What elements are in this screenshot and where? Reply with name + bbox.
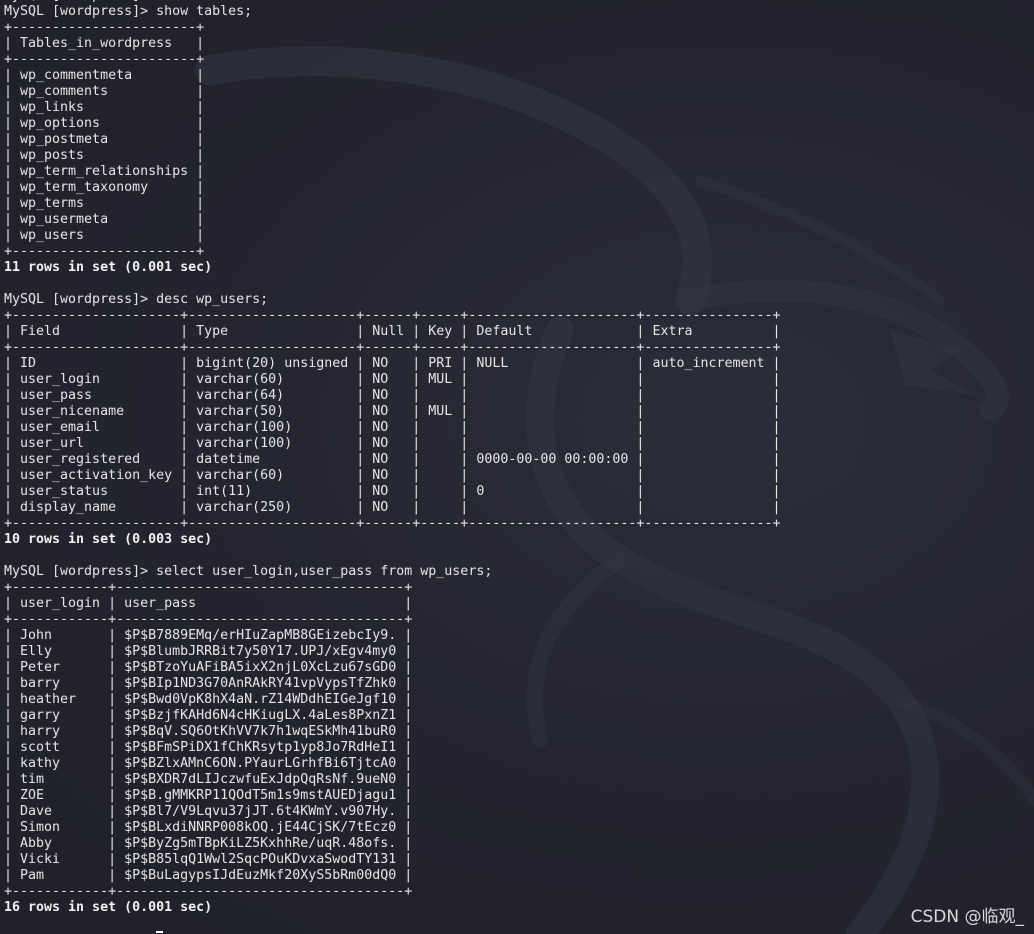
terminal-line: | user_login | user_pass |	[4, 596, 413, 611]
terminal-line: | Abby | $P$ByZg5mTBpKiLZ5KxhhRe/uqR.48o…	[4, 836, 413, 851]
terminal-line: | wp_commentmeta |	[4, 68, 205, 83]
terminal-line: | display_name | varchar(250) | NO | | |…	[4, 500, 781, 515]
terminal-line: | wp_usermeta |	[4, 212, 205, 227]
terminal-line: | Tables_in_wordpress |	[4, 36, 205, 51]
terminal-line: | user_email | varchar(100) | NO | | | |	[4, 420, 781, 435]
terminal-line: MySQL [wordpress]> show tables;	[4, 4, 253, 19]
terminal-line: +---------------------+-----------------…	[4, 308, 781, 323]
terminal-line: | Vicki | $P$B85lqQ1Wwl2SqcPOuKDvxaSwodT…	[4, 852, 413, 867]
terminal-line: | tim | $P$BXDR7dLIJczwfuExJdpQqRsNf.9ue…	[4, 772, 413, 787]
terminal-line: | wp_users |	[4, 228, 205, 243]
terminal-line: | user_activation_key | varchar(60) | NO…	[4, 468, 781, 483]
terminal-line: | wp_postmeta |	[4, 132, 205, 147]
terminal-line: +---------------------+-----------------…	[4, 340, 781, 355]
terminal-line: +-----------------------+	[4, 244, 205, 259]
terminal-line: | user_pass | varchar(64) | NO | | | |	[4, 388, 781, 403]
terminal-line: | Dave | $P$Bl7/V9Lqvu37jJT.6t4KWmY.v907…	[4, 804, 413, 819]
terminal-line: | wp_term_taxonomy |	[4, 180, 205, 195]
terminal-line: +------------+--------------------------…	[4, 884, 413, 899]
terminal-line: | barry | $P$BIp1ND3G70AnRAkRY41vpVypsTf…	[4, 676, 413, 691]
csdn-watermark: CSDN @临观_	[910, 907, 1024, 927]
terminal-line: | John | $P$B7889EMq/erHIuZapMB8GEizebcI…	[4, 628, 413, 643]
terminal-line: | harry | $P$BqV.SQ6OtKhVV7k7h1wqESkMh41…	[4, 724, 413, 739]
terminal-line: | Peter | $P$BTzoYuAFiBA5ixX2njL0XcLzu67…	[4, 660, 413, 675]
terminal-line: | wp_links |	[4, 100, 205, 115]
terminal-line: | user_login | varchar(60) | NO | MUL | …	[4, 372, 781, 387]
terminal-line: | user_registered | datetime | NO | | 00…	[4, 452, 781, 467]
terminal-line: MySQL [wordpress]> desc wp_users;	[4, 292, 269, 307]
result-summary-line: 16 rows in set (0.001 sec)	[4, 900, 213, 915]
terminal-line: +---------------------+-----------------…	[4, 516, 781, 531]
terminal-line: MySQL [wordpress]> select user_login,use…	[4, 564, 493, 579]
terminal-cursor	[156, 931, 163, 933]
result-summary-line: 10 rows in set (0.003 sec)	[4, 532, 213, 547]
terminal-line: +-----------------------+	[4, 20, 205, 35]
terminal-line: | Field | Type | Null | Key | Default | …	[4, 324, 781, 339]
terminal-line: | wp_terms |	[4, 196, 205, 211]
terminal-line: | wp_posts |	[4, 148, 205, 163]
terminal-line: +------------+--------------------------…	[4, 612, 413, 627]
terminal-line: | ID | bigint(20) unsigned | NO | PRI | …	[4, 356, 781, 371]
terminal-line: | scott | $P$BFmSPiDX1fChKRsytp1yp8Jo7Rd…	[4, 740, 413, 755]
result-summary-line: 11 rows in set (0.001 sec)	[4, 260, 213, 275]
terminal-line: | Simon | $P$BLxdiNNRP008kOQ.jE44CjSK/7t…	[4, 820, 413, 835]
terminal-line: +-----------------------+	[4, 52, 205, 67]
terminal-line: | heather | $P$Bwd0VpK8hX4aN.rZ14WDdhEIG…	[4, 692, 413, 707]
terminal-line: +------------+--------------------------…	[4, 580, 413, 595]
terminal-line: | wp_comments |	[4, 84, 205, 99]
terminal-line: | user_nicename | varchar(50) | NO | MUL…	[4, 404, 781, 419]
terminal-line: | wp_term_relationships |	[4, 164, 205, 179]
terminal-line: | kathy | $P$BZlxAMnC6ON.PYaurLGrhfBi6Tj…	[4, 756, 413, 771]
terminal-line: | wp_options |	[4, 116, 205, 131]
terminal-window[interactable]: MySQL [wordpress]>MySQL [wordpress]> sho…	[0, 0, 1034, 934]
terminal-line: | ZOE | $P$B.gMMKRP11QOdT5m1s9mstAUEDjag…	[4, 788, 413, 803]
terminal-output: MySQL [wordpress]>MySQL [wordpress]> sho…	[4, 0, 781, 916]
terminal-line: | garry | $P$BzjfKAHd6N4cHKiugLX.4aLes8P…	[4, 708, 413, 723]
terminal-line: | user_url | varchar(100) | NO | | | |	[4, 436, 781, 451]
terminal-line: | Pam | $P$BuLagypsIJdEuzMkf20XyS5bRm00d…	[4, 868, 413, 883]
terminal-line: | Elly | $P$BlumbJRRBit7y50Y17.UPJ/xEgv4…	[4, 644, 413, 659]
terminal-line: | user_status | int(11) | NO | | 0 | |	[4, 484, 781, 499]
